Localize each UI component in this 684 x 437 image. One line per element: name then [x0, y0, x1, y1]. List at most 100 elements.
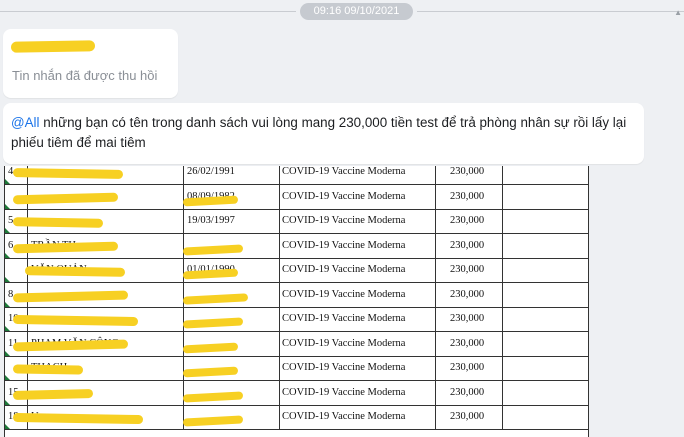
column-gridline [502, 166, 503, 184]
sender-name-redaction [10, 40, 96, 53]
vaccine-cell: COVID-19 Vaccine Moderna [282, 386, 406, 398]
column-gridline [435, 307, 436, 331]
column-gridline [502, 282, 503, 307]
table-row: 10COVID-19 Vaccine Moderna230,000 [5, 307, 588, 332]
column-gridline [502, 184, 503, 209]
column-gridline [435, 331, 436, 356]
amount-cell: 230,000 [450, 190, 485, 202]
chat-scrollbar[interactable]: ▲ [674, 8, 684, 437]
table-row: 11PHẠM VĂN CÔNGCOVID-19 Vaccine Moderna2… [5, 331, 588, 357]
column-gridline [502, 209, 503, 233]
name-redaction [24, 266, 126, 277]
name-redaction [12, 192, 119, 204]
cell-comment-marker-icon [5, 301, 10, 307]
date-redaction [182, 317, 244, 329]
column-gridline [435, 184, 436, 209]
column-gridline [502, 331, 503, 356]
amount-cell: 230,000 [450, 411, 485, 422]
amount-cell: 230,000 [450, 239, 485, 251]
cell-comment-marker-icon [5, 228, 10, 233]
amount-cell: 230,000 [450, 313, 485, 324]
column-gridline [502, 258, 503, 282]
message-bubble[interactable]: @All những bạn có tên trong danh sách vu… [3, 103, 644, 164]
name-redaction [12, 289, 129, 303]
column-gridline [435, 405, 436, 429]
amount-cell: 230,000 [450, 362, 485, 373]
vaccine-cell: COVID-19 Vaccine Moderna [282, 190, 406, 202]
column-gridline [502, 233, 503, 258]
date-redaction [182, 415, 244, 427]
column-gridline [502, 356, 503, 380]
vaccine-cell: COVID-19 Vaccine Moderna [282, 362, 406, 373]
cell-comment-marker-icon [5, 375, 10, 380]
amount-cell: 230,000 [450, 386, 485, 398]
amount-cell: 230,000 [450, 166, 485, 177]
column-gridline [502, 405, 503, 429]
table-row: 8 COVID-19 Vaccine Moderna 230,000 [5, 282, 588, 308]
message-text: @All những bạn có tên trong danh sách vu… [11, 113, 637, 153]
message-body: những bạn có tên trong danh sách vui lòn… [11, 115, 627, 150]
date-redaction [182, 268, 239, 280]
table-row: 6TRẦN THCOVID-19 Vaccine Moderna230,000 [5, 233, 588, 259]
date-redaction [182, 390, 244, 403]
name-redaction [12, 314, 139, 327]
amount-cell: 230,000 [450, 337, 485, 349]
column-gridline [279, 331, 280, 356]
date-redaction [182, 342, 239, 353]
date-redaction [182, 366, 239, 378]
date-divider-right [417, 11, 684, 12]
table-row: 4 26/02/1991 COVID-19 Vaccine Moderna 230,0… [5, 166, 588, 185]
column-gridline [279, 380, 280, 405]
column-gridline [183, 209, 184, 233]
column-gridline [279, 405, 280, 429]
vaccine-cell: COVID-19 Vaccine Moderna [282, 264, 406, 275]
cell-comment-marker-icon [5, 350, 10, 356]
name-redaction [12, 388, 94, 400]
recalled-message-bubble[interactable]: Tin nhắn đã được thu hồi [3, 29, 178, 98]
column-gridline [279, 307, 280, 331]
cell-comment-marker-icon [5, 179, 10, 184]
date-redaction [182, 243, 244, 256]
column-gridline [279, 233, 280, 258]
column-gridline [435, 209, 436, 233]
column-gridline [435, 166, 436, 184]
mention-all[interactable]: @All [11, 115, 39, 130]
cell-comment-marker-icon [5, 399, 10, 405]
cell-comment-marker-icon [5, 424, 10, 429]
column-gridline [279, 209, 280, 233]
table-row: 08/09/1982COVID-19 Vaccine Moderna230,00… [5, 184, 588, 210]
column-gridline [183, 166, 184, 184]
vaccine-cell: COVID-19 Vaccine Moderna [282, 337, 406, 349]
column-gridline [279, 356, 280, 380]
name-redaction [12, 168, 124, 179]
spreadsheet-image[interactable]: 4 26/02/1991 COVID-19 Vaccine Moderna 230,0… [4, 166, 589, 437]
column-gridline [502, 307, 503, 331]
amount-cell: 230,000 [450, 288, 485, 300]
table-row: VĂN QUẢN01/01/1990COVID-19 Vaccine Moder… [5, 258, 588, 283]
name-redaction [12, 364, 84, 375]
cell-comment-marker-icon [5, 326, 10, 331]
scroll-up-arrow-icon[interactable]: ▲ [674, 8, 682, 17]
recalled-message-text: Tin nhắn đã được thu hồi [12, 68, 158, 83]
cell-comment-marker-icon [5, 203, 10, 209]
amount-cell: 230,000 [450, 264, 485, 275]
vaccine-cell: COVID-19 Vaccine Moderna [282, 166, 406, 177]
cell-comment-marker-icon [5, 252, 10, 258]
vaccine-cell: COVID-19 Vaccine Moderna [282, 411, 406, 422]
column-gridline [435, 233, 436, 258]
chat-conversation: 09:16 09/10/2021 Tin nhắn đã được thu hồ… [0, 0, 684, 437]
name-redaction [12, 217, 104, 228]
vaccine-cell: COVID-19 Vaccine Moderna [282, 239, 406, 251]
column-gridline [279, 166, 280, 184]
cell-comment-marker-icon [5, 277, 10, 282]
amount-cell: 230,000 [450, 215, 485, 226]
vaccine-cell: COVID-19 Vaccine Moderna [282, 215, 406, 226]
column-gridline [435, 356, 436, 380]
column-gridline [279, 184, 280, 209]
column-gridline [435, 282, 436, 307]
column-gridline [435, 258, 436, 282]
column-gridline [279, 282, 280, 307]
birth-date-cell: 26/02/1991 [187, 166, 235, 177]
column-gridline [279, 258, 280, 282]
name-redaction [12, 412, 144, 425]
